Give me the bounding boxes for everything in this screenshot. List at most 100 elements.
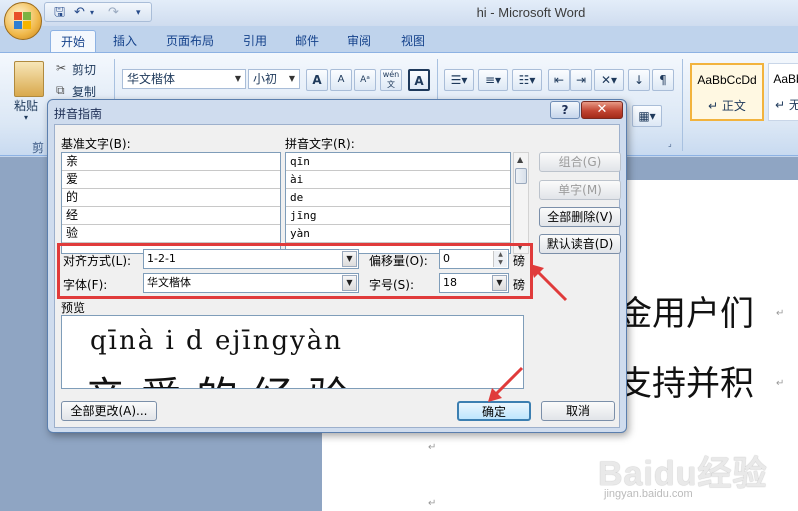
dialog-launcher-icon[interactable]: ⌟ xyxy=(668,139,672,148)
paste-icon[interactable] xyxy=(14,61,44,97)
borders-icon[interactable]: ▦▾ xyxy=(632,105,662,127)
clear-format-icon[interactable]: Aᵃ xyxy=(354,69,376,91)
font-name-box[interactable]: 华文楷体 ▼ xyxy=(122,69,246,89)
base-text-field[interactable]: 验 xyxy=(62,225,280,243)
clear-all-button[interactable]: 全部删除(V) xyxy=(539,207,621,227)
copy-icon: ⧉ xyxy=(56,83,65,97)
ruby-text-label: 拼音文字(R): xyxy=(285,137,355,151)
paste-dropdown-icon[interactable]: ▾ xyxy=(24,113,28,122)
base-text-field[interactable]: 亲 xyxy=(62,153,280,171)
clipboard-group-label: 剪 xyxy=(32,141,45,155)
baidu-watermark: Baidu经验 jingyan.baidu.com xyxy=(598,446,767,500)
font-select[interactable]: 华文楷体 ▼ xyxy=(143,273,359,293)
tab-mailings[interactable]: 邮件 xyxy=(286,30,328,52)
sort-icon[interactable]: ↓ xyxy=(628,69,650,91)
chevron-down-icon[interactable]: ▼ xyxy=(492,275,507,291)
base-text-field[interactable]: 的 xyxy=(62,189,280,207)
style-sample: AaBbCcDd xyxy=(697,73,757,87)
default-reading-button[interactable]: 默认读音(D) xyxy=(539,234,621,254)
ruby-text-field[interactable]: ài xyxy=(286,171,510,189)
apply-all-button[interactable]: 全部更改(A)... xyxy=(61,401,157,421)
size-label: 字号(S): xyxy=(369,278,415,292)
multilevel-list-icon[interactable]: ☷▾ xyxy=(512,69,542,91)
chevron-down-icon[interactable]: ▼ xyxy=(286,71,298,87)
tab-view[interactable]: 视图 xyxy=(392,30,434,52)
alignment-select[interactable]: 1-2-1 ▼ xyxy=(143,249,359,269)
preview-base-text: 亲爱的经验 xyxy=(84,364,364,388)
offset-spinner[interactable]: 0 ▲ ▼ xyxy=(439,249,509,269)
close-button[interactable]: ✕ xyxy=(581,101,623,119)
font-label: 字体(F): xyxy=(63,278,108,292)
grow-font-button[interactable]: A xyxy=(306,69,328,91)
scroll-thumb[interactable] xyxy=(515,168,527,184)
tab-page-layout[interactable]: 页面布局 xyxy=(158,30,222,52)
chevron-down-icon[interactable]: ▼ xyxy=(342,251,357,267)
copy-button[interactable]: 复制 xyxy=(72,83,96,100)
spinner-arrows-icon[interactable]: ▲ ▼ xyxy=(493,251,507,267)
font-value: 华文楷体 xyxy=(147,276,191,289)
font-size-value: 小初 xyxy=(253,72,278,86)
show-marks-icon[interactable]: ¶ xyxy=(652,69,674,91)
dialog-title: 拼音指南 xyxy=(54,107,103,121)
office-button[interactable] xyxy=(4,2,42,40)
group-separator xyxy=(682,59,683,151)
vertical-scrollbar[interactable]: ▲ ▼ xyxy=(513,152,529,254)
ruby-text-list: qīn ài de jīng yàn xyxy=(285,152,511,254)
phonetic-guide-label: wén xyxy=(382,70,400,79)
ruby-text-field[interactable]: qīn xyxy=(286,153,510,171)
chevron-down-icon[interactable]: ▼ xyxy=(342,275,357,291)
watermark-url: jingyan.baidu.com xyxy=(604,488,693,500)
phonetic-guide-button[interactable]: wén 文 xyxy=(380,69,402,91)
alignment-value: 1-2-1 xyxy=(147,252,176,265)
tab-insert[interactable]: 插入 xyxy=(104,30,146,52)
style-no-spacing[interactable]: AaBb ↵ 无 xyxy=(768,63,798,121)
style-sample: AaBb xyxy=(773,72,798,86)
size-select[interactable]: 18 ▼ xyxy=(439,273,509,293)
cut-button[interactable]: 剪切 xyxy=(72,61,96,78)
offset-unit: 磅 xyxy=(513,254,526,268)
ribbon-tabs: 开始 插入 页面布局 引用 邮件 审阅 视图 xyxy=(0,26,798,52)
annotation-arrow-icon xyxy=(488,366,524,402)
offset-label: 偏移量(O): xyxy=(369,254,428,268)
bullets-icon[interactable]: ☰▾ xyxy=(444,69,474,91)
increase-indent-icon[interactable]: ⇥ xyxy=(570,69,592,91)
chinese-layout-icon[interactable]: ✕▾ xyxy=(594,69,624,91)
tab-home[interactable]: 开始 xyxy=(50,30,96,52)
char-border-button[interactable]: A xyxy=(408,69,430,91)
tab-review[interactable]: 审阅 xyxy=(338,30,380,52)
chevron-down-icon[interactable]: ▼ xyxy=(232,71,244,87)
ruby-text-field[interactable]: yàn xyxy=(286,225,510,243)
style-normal[interactable]: AaBbCcDd ↵ 正文 xyxy=(690,63,764,121)
tab-references[interactable]: 引用 xyxy=(234,30,276,52)
style-label: ↵ 无 xyxy=(775,98,798,112)
single-char-button[interactable]: 单字(M) xyxy=(539,180,621,200)
preview-pinyin: qīnà i d ejīngyàn xyxy=(90,326,344,356)
base-text-field[interactable]: 爱 xyxy=(62,171,280,189)
scroll-up-icon[interactable]: ▲ xyxy=(517,155,523,164)
font-name-value: 华文楷体 xyxy=(127,72,176,86)
size-unit: 磅 xyxy=(513,278,526,292)
base-text-list: 亲 爱 的 经 验 xyxy=(61,152,281,254)
paste-button[interactable]: 粘贴 xyxy=(14,97,38,114)
office-logo-icon xyxy=(14,12,32,30)
preview-box: qīnà i d ejīngyàn 亲爱的经验 xyxy=(61,315,524,389)
help-button[interactable]: ? xyxy=(550,101,580,119)
document-line: 金用户们 xyxy=(618,294,754,334)
numbering-icon[interactable]: ≡▾ xyxy=(478,69,508,91)
preview-label: 预览 xyxy=(61,301,86,315)
offset-value: 0 xyxy=(443,252,450,265)
window-title: hi - Microsoft Word xyxy=(476,5,586,20)
size-value: 18 xyxy=(443,276,457,289)
scissors-icon: ✂ xyxy=(56,61,67,75)
font-size-box[interactable]: 小初 ▼ xyxy=(248,69,300,89)
shrink-font-button[interactable]: A xyxy=(330,69,352,91)
paragraph-mark: ↵ xyxy=(776,308,785,319)
cancel-button[interactable]: 取消 xyxy=(541,401,615,421)
base-text-field[interactable]: 经 xyxy=(62,207,280,225)
annotation-arrow-icon xyxy=(530,264,568,302)
ruby-text-field[interactable]: de xyxy=(286,189,510,207)
paragraph-mark: ↵ xyxy=(776,378,785,389)
decrease-indent-icon[interactable]: ⇤ xyxy=(548,69,570,91)
combine-button[interactable]: 组合(G) xyxy=(539,152,621,172)
ruby-text-field[interactable]: jīng xyxy=(286,207,510,225)
